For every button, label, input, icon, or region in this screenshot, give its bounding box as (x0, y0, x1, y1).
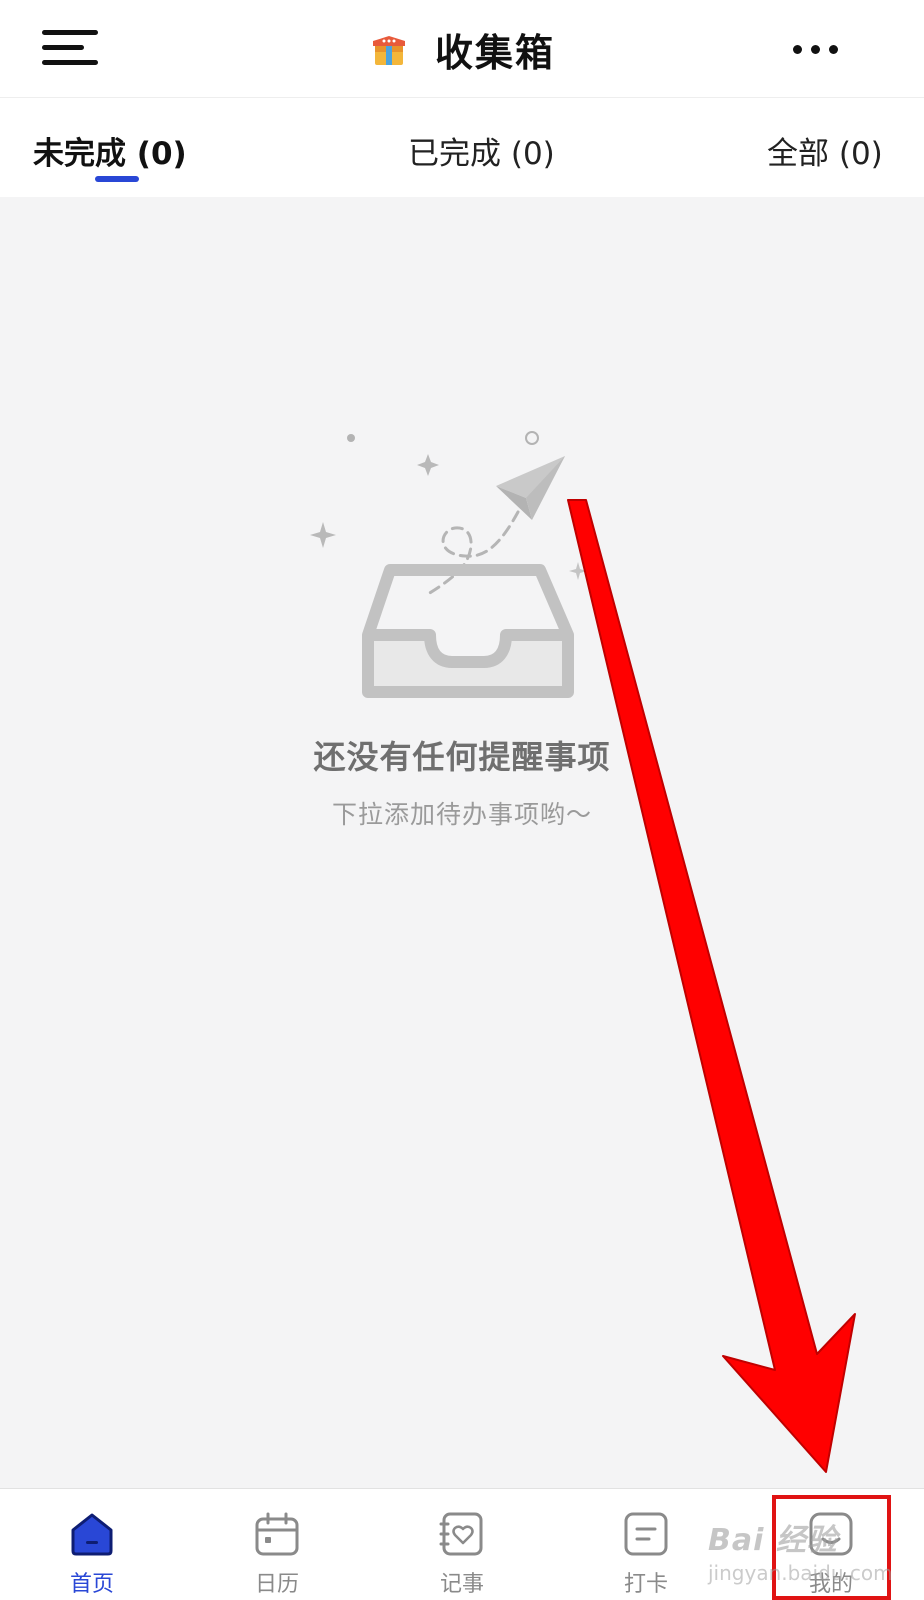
nav-item-notes[interactable]: 记事 (402, 1489, 522, 1600)
app-header: 收集箱 (0, 0, 924, 98)
empty-state-title: 还没有任何提醒事项 (313, 738, 611, 776)
calendar-icon (255, 1512, 299, 1556)
red-highlight-box (772, 1495, 891, 1600)
more-dots-icon[interactable] (793, 45, 838, 54)
nav-label-home: 首页 (69, 1572, 114, 1597)
nav-label-calendar: 日历 (254, 1572, 299, 1597)
header-title-group: 收集箱 (0, 24, 924, 75)
nav-label-notes: 记事 (439, 1572, 484, 1597)
nav-item-checkin[interactable]: 打卡 (586, 1489, 706, 1600)
gift-box-icon (372, 36, 405, 65)
tab-incomplete[interactable]: 未完成 (0) (33, 128, 187, 173)
nav-item-calendar[interactable]: 日历 (217, 1489, 337, 1600)
nav-item-home[interactable]: 首页 (32, 1489, 152, 1600)
tab-all[interactable]: 全部 (0) (767, 128, 883, 173)
tab-completed[interactable]: 已完成 (0) (408, 128, 555, 173)
filter-tabs: 未完成 (0) 已完成 (0) 全部 (0) (0, 98, 924, 197)
page-title: 收集箱 (434, 30, 555, 75)
active-tab-indicator (95, 176, 139, 182)
nav-label-checkin: 打卡 (623, 1572, 668, 1597)
notebook-heart-icon (439, 1512, 483, 1556)
inbox-paper-plane-illustration (310, 431, 597, 698)
home-icon (71, 1513, 113, 1556)
checkin-note-icon (624, 1512, 668, 1556)
empty-state-subtitle: 下拉添加待办事项哟～ (331, 800, 592, 829)
